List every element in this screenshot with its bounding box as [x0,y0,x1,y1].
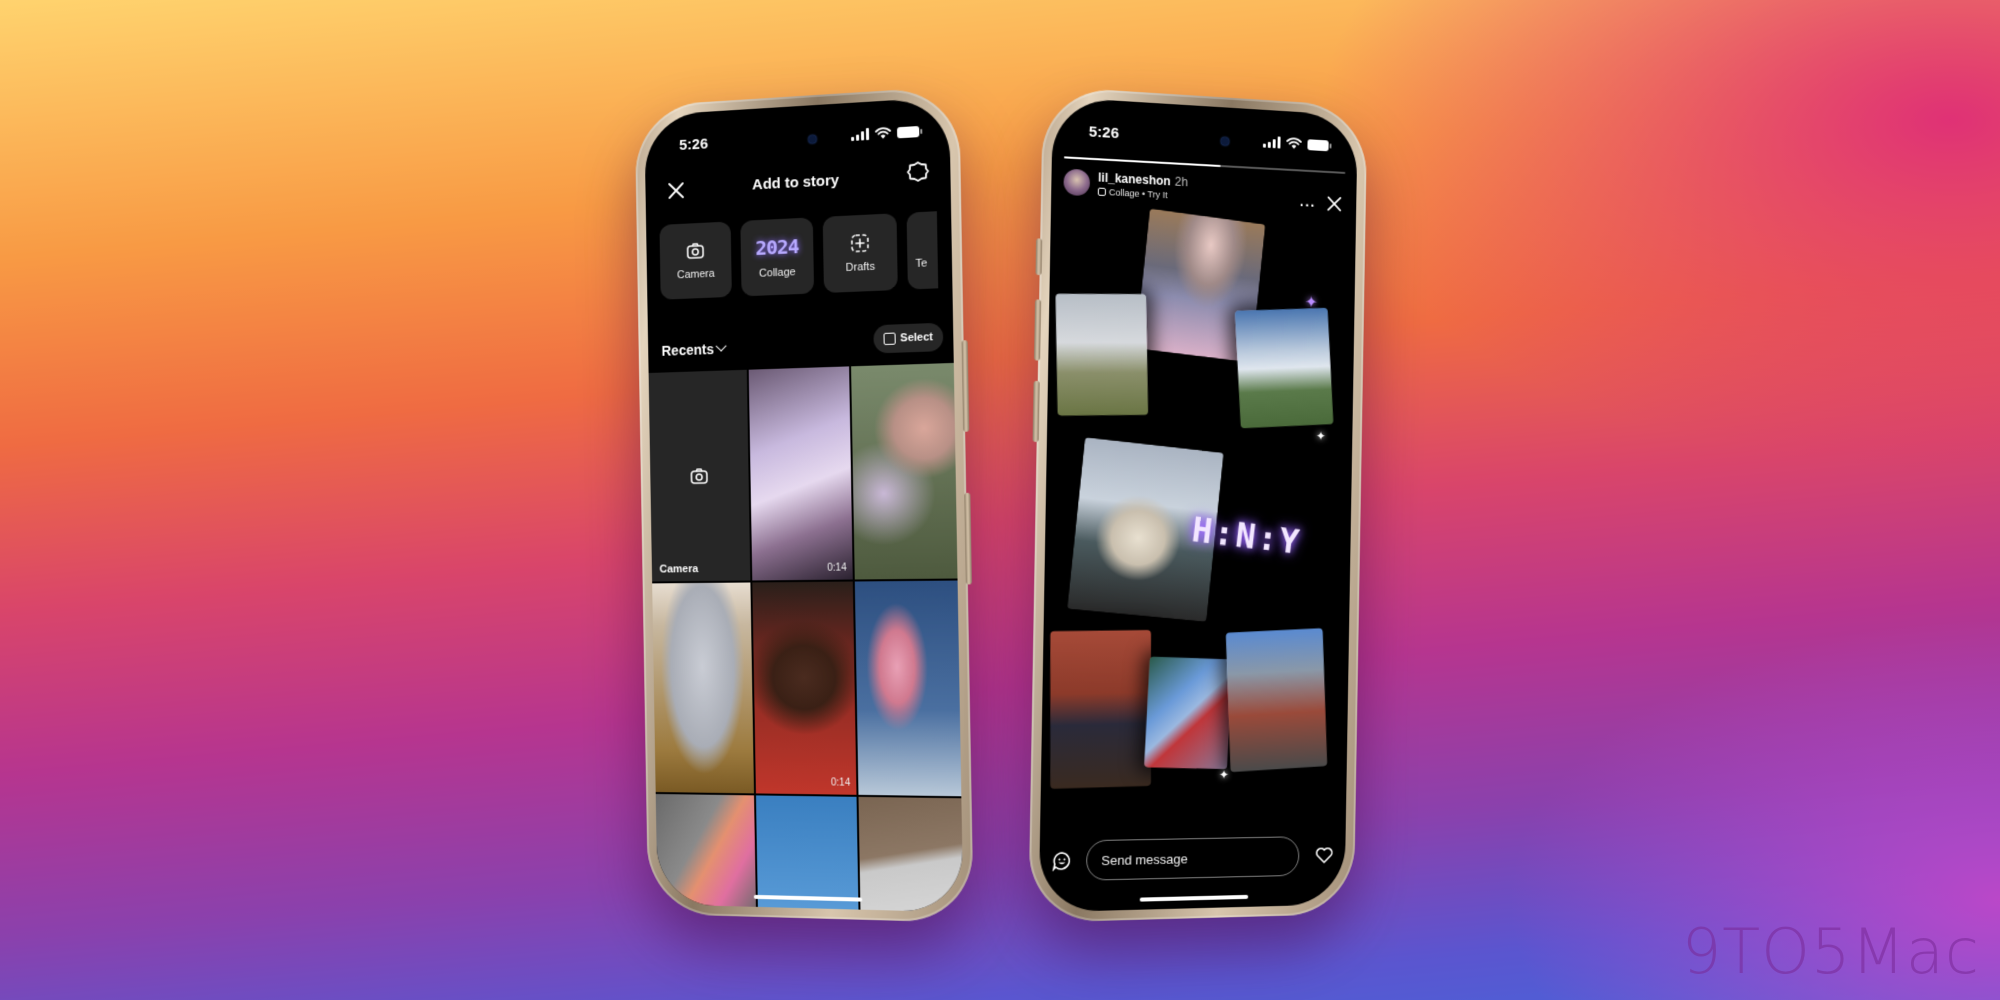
create-options: Camera 2024 Collage Drafts Te [659,211,939,300]
story-subtitle: Collage • Try It [1108,187,1168,201]
collage-photo [1055,293,1149,416]
select-button[interactable]: Select [872,322,944,354]
camera-icon [689,466,709,486]
action-button [1035,238,1043,276]
close-icon[interactable] [1326,195,1344,214]
volume-up-button [1033,299,1042,361]
story-progress-fill [1064,156,1221,168]
phone-left: 5:26 Add to story Camera 2024 Collage Dr… [634,85,974,923]
battery-icon [896,125,920,138]
media-thumbnail[interactable] [655,793,757,913]
status-time: 5:26 [1088,123,1120,143]
grid-camera-cell[interactable]: Camera [648,369,751,582]
side-button [961,340,970,432]
sticker-reply-icon[interactable] [1052,851,1073,872]
tile-label: Collage [758,266,796,280]
media-thumbnail[interactable] [652,582,754,794]
collage-photo [1050,629,1151,789]
media-thumbnail[interactable] [858,796,964,913]
drafts-icon [850,233,870,254]
side-button [964,492,972,585]
add-to-story-screen: 5:26 Add to story Camera 2024 Collage Dr… [644,96,964,913]
collage-photo [1234,307,1334,429]
avatar[interactable] [1063,168,1091,197]
multi-select-icon [883,332,896,346]
battery-icon [1307,138,1329,151]
camera-icon [686,241,706,262]
video-duration: 0:14 [830,777,851,789]
sparkle-icon: ✦ [1315,429,1326,444]
story-age: 2h [1174,174,1189,190]
chevron-down-icon [716,340,728,352]
story-collage: H:N:Y ✦ ✦ ✦ [1040,208,1356,828]
media-thumbnail[interactable] [854,580,962,797]
media-grid: Camera 0:14 0:14 [648,362,964,913]
header: Add to story [645,156,951,208]
story-viewer-screen: 5:26 lil_kaneshon 2h Collage • Try It ··· [1038,96,1358,913]
tile-label: Drafts [845,260,876,275]
heart-icon[interactable] [1314,845,1333,865]
collage-photo [1225,628,1328,773]
collage-2024-icon: 2024 [755,234,799,261]
album-label: Recents [661,341,715,359]
wifi-icon [1286,137,1302,149]
sparkle-icon: ✦ [1218,767,1229,782]
tile-drafts[interactable]: Drafts [822,213,898,294]
signal-icon [1262,136,1281,149]
tile-label: Camera [676,267,715,282]
status-bar: 5:26 [645,119,950,161]
tile-camera[interactable]: Camera [659,221,732,300]
username: lil_kaneshon [1097,170,1171,189]
select-label: Select [900,331,934,345]
video-duration: 0:14 [827,562,847,574]
volume-down-button [1032,380,1040,443]
gear-icon[interactable] [906,159,931,185]
grid-camera-label: Camera [659,563,699,576]
sparkle-icon: ✦ [1304,294,1318,312]
send-message-input[interactable] [1085,836,1300,881]
wifi-icon [875,127,891,139]
tile-collage[interactable]: 2024 Collage [740,217,815,297]
watermark-logo: 9TO5Mac [1681,915,1980,988]
home-indicator[interactable] [1139,894,1249,902]
collage-icon [1097,187,1106,197]
status-bar: 5:26 [1052,119,1357,161]
signal-icon [851,127,870,142]
more-options-icon[interactable]: ··· [1300,197,1317,214]
front-camera [1220,137,1229,146]
phone-right: 5:26 lil_kaneshon 2h Collage • Try It ··· [1028,85,1368,923]
collage-photo [1144,656,1233,770]
status-time: 5:26 [679,135,709,154]
tile-template[interactable]: Te [906,211,939,290]
front-camera [808,135,817,144]
collage-try-it-link[interactable]: Collage • Try It [1097,187,1168,201]
media-thumbnail[interactable]: 0:14 [752,581,857,795]
media-thumbnail[interactable]: 0:14 [748,366,853,581]
album-picker[interactable]: Recents [661,340,728,359]
gallery-toolbar: Recents Select [648,322,954,367]
media-thumbnail[interactable] [851,362,958,580]
tile-label: Te [915,257,928,271]
message-composer [1051,836,1334,882]
